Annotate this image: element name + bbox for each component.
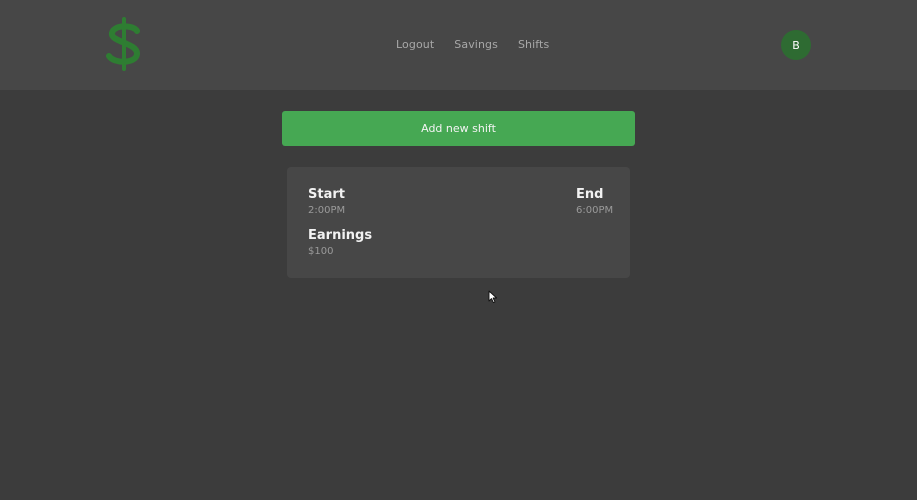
shift-card: Start 2:00PM End 6:00PM Earnings $100 bbox=[287, 167, 630, 278]
nav-logout-link[interactable]: Logout bbox=[396, 38, 434, 51]
shift-start-value: 2:00PM bbox=[308, 205, 346, 216]
add-new-shift-button[interactable]: Add new shift bbox=[282, 111, 635, 146]
mouse-pointer-icon bbox=[488, 290, 498, 304]
shift-end-label: End bbox=[576, 187, 604, 202]
user-avatar[interactable]: B bbox=[781, 30, 811, 60]
top-header: Logout Savings Shifts B bbox=[0, 0, 917, 90]
shift-earnings-label: Earnings bbox=[308, 228, 373, 243]
shift-earnings-value: $100 bbox=[308, 246, 334, 257]
nav-shifts-link[interactable]: Shifts bbox=[518, 38, 549, 51]
shift-end-value: 6:00PM bbox=[576, 205, 614, 216]
main-nav: Logout Savings Shifts bbox=[396, 38, 549, 51]
shift-start-label: Start bbox=[308, 187, 345, 202]
shift-earnings-field: Earnings $100 bbox=[308, 228, 372, 259]
nav-savings-link[interactable]: Savings bbox=[454, 38, 498, 51]
shift-end-field: End 6:00PM bbox=[576, 187, 613, 218]
shift-start-field: Start 2:00PM bbox=[308, 187, 345, 218]
dollar-sign-icon[interactable] bbox=[104, 16, 144, 72]
